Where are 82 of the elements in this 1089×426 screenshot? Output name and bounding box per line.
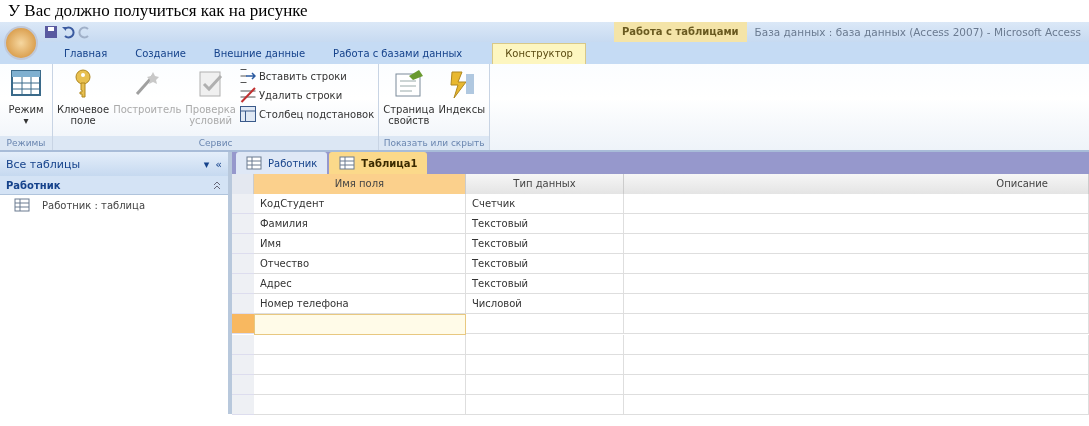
window-title: База данных : база данных (Access 2007) - Microsoft Access xyxy=(753,26,1082,38)
group-label: Сервис xyxy=(53,136,379,150)
ribbon-button[interactable]: Индексы xyxy=(438,68,486,136)
description-cell[interactable] xyxy=(624,194,1089,214)
menu-glyph[interactable]: ▾ xyxy=(203,157,210,171)
description-cell[interactable] xyxy=(624,355,1089,375)
property-sheet-icon xyxy=(392,68,425,100)
row-selector[interactable] xyxy=(232,395,254,415)
ribbon-tab[interactable]: Конструктор xyxy=(492,43,586,64)
ribbon-button[interactable]: Режим ▾ xyxy=(4,68,48,136)
table-icon xyxy=(14,198,30,212)
ribbon-tab[interactable]: Создание xyxy=(123,44,198,64)
field-name-cell[interactable] xyxy=(254,314,466,335)
ribbon-tab[interactable]: Главная xyxy=(52,44,120,64)
ribbon-button[interactable]: Ключевое поле xyxy=(57,68,110,136)
data-type-cell[interactable] xyxy=(466,314,624,334)
row-selector[interactable] xyxy=(232,194,254,214)
chevron-icon[interactable] xyxy=(212,180,222,190)
data-type-cell[interactable] xyxy=(466,395,624,415)
data-type-cell[interactable] xyxy=(466,375,624,395)
document-tab[interactable]: Таблица1 xyxy=(329,152,428,174)
description-cell[interactable] xyxy=(624,335,1089,355)
data-type-cell[interactable] xyxy=(466,335,624,355)
save-icon[interactable] xyxy=(44,25,58,39)
ribbon-button[interactable]: Вставить строки xyxy=(239,68,375,84)
row-selector[interactable] xyxy=(232,254,254,274)
field-name-cell[interactable]: Адрес xyxy=(254,274,466,294)
ribbon-button[interactable]: Страница свойств xyxy=(383,68,435,136)
ribbon-button[interactable]: Столбец подстановок xyxy=(239,106,375,122)
description-cell[interactable] xyxy=(624,375,1089,395)
undo-icon[interactable] xyxy=(61,25,75,39)
column-header: Тип данных xyxy=(466,174,624,194)
column-header: Описание xyxy=(624,174,1089,194)
data-type-cell[interactable]: Текстовый xyxy=(466,274,624,294)
row-selector[interactable] xyxy=(232,234,254,254)
data-type-cell[interactable] xyxy=(466,355,624,375)
description-cell[interactable] xyxy=(624,294,1089,314)
lookup-column-icon xyxy=(239,106,256,122)
field-name-cell[interactable]: Отчество xyxy=(254,254,466,274)
delete-rows-icon xyxy=(239,87,256,103)
group-label: Показать или скрыть xyxy=(379,136,490,150)
row-selector[interactable] xyxy=(232,214,254,234)
collapse-glyph[interactable]: « xyxy=(215,157,222,171)
data-type-cell[interactable]: Текстовый xyxy=(466,254,624,274)
column-header: Имя поля xyxy=(254,174,466,194)
table-icon xyxy=(339,156,356,170)
field-name-cell[interactable] xyxy=(254,355,466,375)
caption-text: У Вас должно получиться как на рисунке xyxy=(7,0,309,22)
field-name-cell[interactable]: КодСтудент xyxy=(254,194,466,214)
document-tab[interactable]: Работник xyxy=(236,152,328,174)
ribbon-tab[interactable]: Работа с базами данных xyxy=(321,44,475,64)
nav-pane-title[interactable]: Все таблицы xyxy=(6,157,198,171)
description-cell[interactable] xyxy=(624,234,1089,254)
ribbon-button[interactable]: Удалить строки xyxy=(239,87,375,103)
field-name-cell[interactable]: Имя xyxy=(254,234,466,254)
data-type-cell[interactable]: Счетчик xyxy=(466,194,624,214)
select-all-corner[interactable] xyxy=(232,174,254,194)
field-name-cell[interactable] xyxy=(254,375,466,395)
row-selector[interactable] xyxy=(232,335,254,355)
field-name-cell[interactable]: Фамилия xyxy=(254,214,466,234)
data-type-cell[interactable]: Числовой xyxy=(466,294,624,314)
table-icon xyxy=(246,156,262,170)
description-cell[interactable] xyxy=(624,274,1089,294)
data-type-cell[interactable]: Текстовый xyxy=(466,234,624,254)
row-selector[interactable] xyxy=(232,375,254,395)
nav-item[interactable]: Работник : таблица xyxy=(42,199,146,211)
description-cell[interactable] xyxy=(624,254,1089,274)
office-button[interactable] xyxy=(4,26,38,60)
description-cell[interactable] xyxy=(624,214,1089,234)
description-cell[interactable] xyxy=(624,395,1089,415)
contextual-tab-group: Работа с таблицами xyxy=(614,22,747,42)
group-label: Режимы xyxy=(0,136,52,150)
description-cell[interactable] xyxy=(624,314,1089,334)
data-type-cell[interactable]: Текстовый xyxy=(466,214,624,234)
field-name-cell[interactable] xyxy=(254,395,466,415)
row-selector[interactable] xyxy=(232,355,254,375)
field-name-cell[interactable] xyxy=(254,335,466,355)
row-selector[interactable] xyxy=(232,274,254,294)
row-selector[interactable] xyxy=(232,314,254,334)
row-selector[interactable] xyxy=(232,294,254,314)
ribbon-tab[interactable]: Внешние данные xyxy=(201,44,318,64)
insert-rows-icon xyxy=(239,68,256,84)
